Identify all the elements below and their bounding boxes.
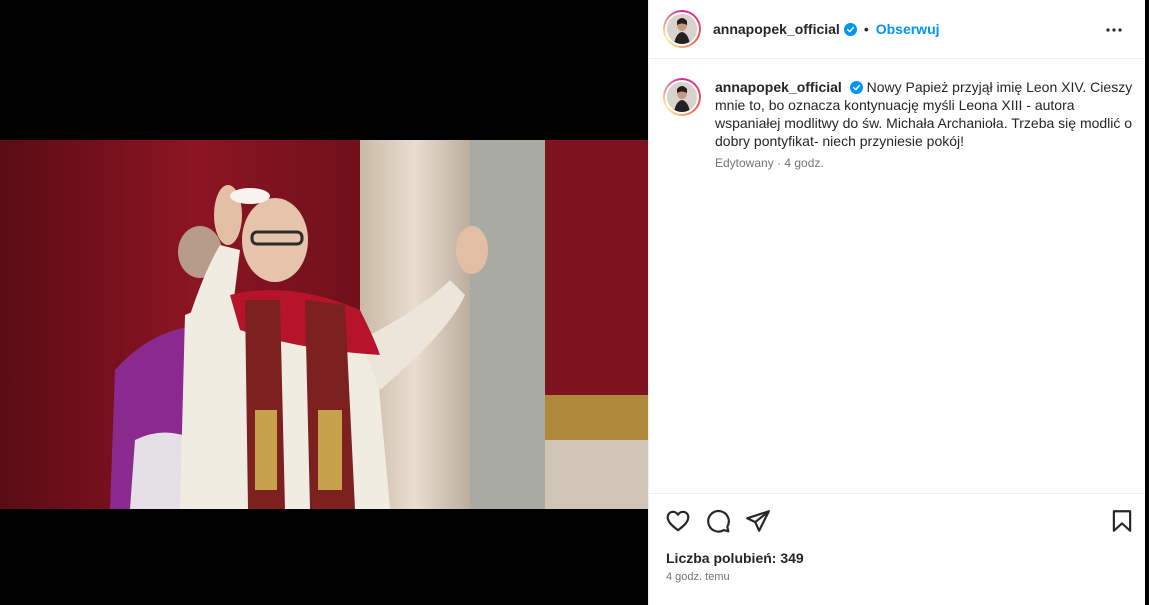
paper-plane-icon[interactable]	[745, 508, 771, 534]
comment-icon[interactable]	[705, 508, 731, 534]
caption-edited-timestamp: Edytowany · 4 godz.	[715, 156, 824, 170]
caption-avatar[interactable]	[663, 78, 701, 116]
bookmark-icon[interactable]	[1109, 508, 1135, 534]
post-caption: annapopek_official Nowy Papież przyjął i…	[663, 78, 1133, 170]
post-photo[interactable]	[0, 140, 648, 509]
profile-picture-icon	[667, 14, 697, 44]
more-options-icon[interactable]	[1104, 20, 1124, 40]
caption-username[interactable]: annapopek_official	[715, 79, 842, 95]
pope-balcony-image	[0, 140, 648, 509]
post-header: annapopek_official • Obserwuj	[649, 0, 1146, 59]
window-edge	[1145, 0, 1149, 605]
media-pane	[0, 0, 648, 605]
heart-icon[interactable]	[665, 508, 691, 534]
follow-button[interactable]: Obserwuj	[876, 21, 940, 37]
post-timestamp[interactable]: 4 godz. temu	[666, 571, 730, 583]
post-author-username[interactable]: annapopek_official	[713, 21, 840, 37]
action-bar	[663, 508, 1132, 534]
separator-dot: •	[863, 21, 869, 37]
verified-badge-icon	[843, 22, 857, 36]
post-sidebar: annapopek_official • Obserwuj annapopek_…	[648, 0, 1146, 605]
caption-body: annapopek_official Nowy Papież przyjął i…	[715, 78, 1133, 170]
avatar[interactable]	[663, 10, 701, 48]
profile-picture-icon	[667, 82, 697, 112]
likes-count[interactable]: Liczba polubień: 349	[666, 550, 804, 566]
post-actions-area: Liczba polubień: 349 4 godz. temu	[649, 493, 1146, 605]
verified-badge-icon	[849, 81, 863, 94]
caption-text-block: annapopek_official Nowy Papież przyjął i…	[715, 78, 1133, 150]
